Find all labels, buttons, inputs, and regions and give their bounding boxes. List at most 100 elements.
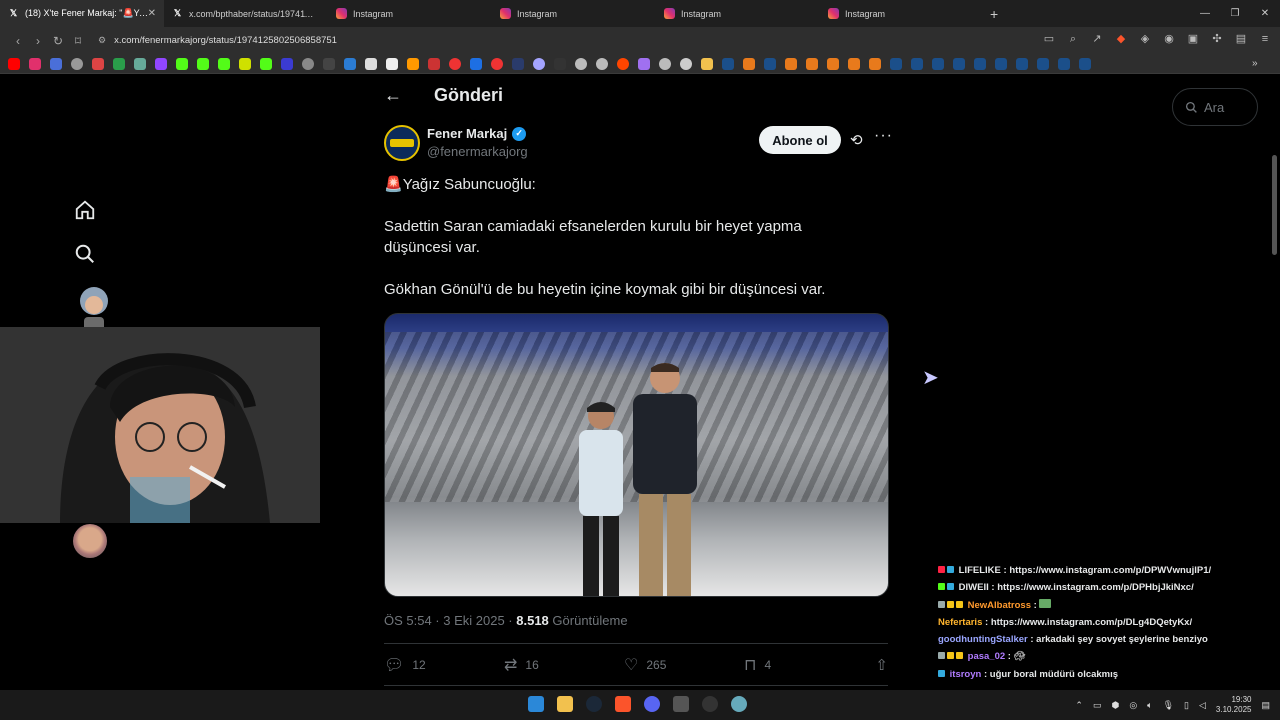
author-handle[interactable]: @fenermarkajorg (427, 144, 528, 159)
bookmark-icon[interactable] (806, 57, 818, 70)
bookmark-icon[interactable] (470, 57, 482, 70)
steam-bookmark-icon[interactable] (1016, 57, 1028, 70)
bookmark-icon[interactable] (659, 57, 671, 70)
share-icon[interactable]: ⇧ (875, 656, 888, 674)
bookmark-icon[interactable] (575, 57, 587, 70)
browser-tab[interactable]: Instagram (492, 0, 656, 27)
subscribe-button[interactable]: Abone ol (759, 126, 841, 154)
reload-icon[interactable]: ↻ (48, 34, 68, 48)
bookmark-icon[interactable] (302, 57, 314, 70)
grok-icon[interactable]: ⟲ (850, 131, 863, 149)
site-info-icon[interactable]: ⚙ (98, 35, 106, 46)
share-icon[interactable]: ↗ (1090, 32, 1104, 46)
bookmark-icon[interactable] (638, 57, 650, 70)
steam-icon[interactable] (586, 696, 602, 712)
reply-button[interactable]: 💬︎ 12 (384, 655, 504, 675)
amazon-bookmark-icon[interactable] (407, 57, 419, 70)
bookmark-icon[interactable] (239, 57, 251, 70)
network-icon[interactable]: ▯ (1184, 700, 1189, 711)
instagram-bookmark-icon[interactable] (29, 57, 41, 70)
brave-shield-icon[interactable]: ◆ (1114, 32, 1128, 46)
drive-bookmark-icon[interactable] (113, 57, 125, 70)
bookmark-icon[interactable] (365, 57, 377, 70)
bookmark-icon[interactable] (596, 57, 608, 70)
steam-bookmark-icon[interactable] (995, 57, 1007, 70)
minimize-icon[interactable]: — (1190, 0, 1220, 27)
x-bookmark-icon[interactable] (323, 57, 335, 70)
bookmark-button[interactable]: ⊓ 4 (744, 655, 864, 675)
steam-bookmark-icon[interactable] (953, 57, 965, 70)
obs-icon[interactable] (702, 696, 718, 712)
app-icon[interactable] (731, 696, 747, 712)
back-arrow-icon[interactable]: ← (384, 85, 402, 106)
bookmark-icon[interactable] (848, 57, 860, 70)
bookmark-icon[interactable] (134, 57, 146, 70)
cast-icon[interactable]: ▭ (1042, 32, 1056, 46)
scrollbar[interactable] (1272, 155, 1277, 255)
bookmark-icon[interactable] (869, 57, 881, 70)
bookmark-icon[interactable] (71, 57, 83, 70)
repost-button[interactable]: ⇄ 16 (504, 655, 624, 675)
browser-tab[interactable]: 𝕏 (18) X'te Fener Markaj: "🚨Yağız ✕ (0, 0, 164, 27)
extensions-puzzle-icon[interactable]: ✣ (1210, 32, 1224, 46)
home-icon[interactable] (72, 199, 98, 225)
steam-bookmark-icon[interactable] (974, 57, 986, 70)
bookmark-icon[interactable] (680, 57, 692, 70)
volume-icon[interactable]: 🔈︎ (1147, 700, 1152, 711)
maximize-icon[interactable]: ❐ (1220, 0, 1250, 27)
bookmark-icon[interactable] (449, 57, 461, 70)
bookmark-icon[interactable] (512, 57, 524, 70)
steam-bookmark-icon[interactable] (1079, 57, 1091, 70)
speaker-icon[interactable]: ◁ (1199, 700, 1206, 711)
bookmark-icon[interactable] (827, 57, 839, 70)
notification-icon[interactable]: ▤ (1261, 700, 1270, 711)
bookmark-icon[interactable] (743, 57, 755, 70)
kick-bookmark-icon[interactable] (176, 57, 188, 70)
author-name[interactable]: Fener Markaj ✓ (427, 126, 527, 141)
tweet-photo[interactable] (384, 313, 889, 597)
bookmark-icon[interactable] (554, 57, 566, 70)
bookmark-icon[interactable] (386, 57, 398, 70)
gmail-bookmark-icon[interactable] (92, 57, 104, 70)
youtube-bookmark-icon[interactable] (8, 57, 20, 70)
more-bookmarks-icon[interactable]: » (1252, 58, 1264, 70)
bookmark-icon[interactable] (428, 57, 440, 70)
steam-bookmark-icon[interactable] (764, 57, 776, 70)
steam-bookmark-icon[interactable] (722, 57, 734, 70)
extension-icon[interactable]: ▣ (1186, 32, 1200, 46)
microphone-icon[interactable]: 🎙︎ (1163, 700, 1174, 711)
sidebar-icon[interactable]: ▤ (1234, 32, 1248, 46)
close-tab-icon[interactable]: ✕ (148, 8, 156, 19)
file-explorer-icon[interactable] (557, 696, 573, 712)
steam-bookmark-icon[interactable] (1037, 57, 1049, 70)
author-avatar[interactable] (384, 125, 420, 161)
like-button[interactable]: ♡ 265 (624, 655, 744, 675)
kick-bookmark-icon[interactable] (218, 57, 230, 70)
search-input[interactable]: Ara (1172, 88, 1258, 126)
tweet-time[interactable]: ÖS 5:54 · 3 Eki 2025 · (384, 613, 513, 628)
close-window-icon[interactable]: ✕ (1250, 0, 1280, 27)
bookmark-icon[interactable] (50, 57, 62, 70)
browser-tab[interactable]: Instagram (656, 0, 820, 27)
steam-bookmark-icon[interactable] (932, 57, 944, 70)
zoom-icon[interactable]: ⌕ (1066, 32, 1080, 46)
bookmark-icon[interactable]: ⌑ (68, 34, 88, 48)
new-tab-icon[interactable]: + (990, 6, 998, 22)
steam-bookmark-icon[interactable] (890, 57, 902, 70)
steam-bookmark-icon[interactable] (1058, 57, 1070, 70)
bookmark-icon[interactable] (260, 57, 272, 70)
extension-icon[interactable]: ◉ (1162, 32, 1176, 46)
browser-tab[interactable]: 𝕏 x.com/bpthaber/status/19741154626 (164, 0, 328, 27)
explore-search-icon[interactable] (72, 243, 98, 269)
folder-icon[interactable] (701, 57, 713, 70)
steam-bookmark-icon[interactable] (911, 57, 923, 70)
app-icon[interactable] (673, 696, 689, 712)
steam-tray-icon[interactable]: ◎ (1129, 700, 1137, 711)
menu-icon[interactable]: ≡ (1258, 32, 1272, 46)
forward-icon[interactable]: › (28, 34, 48, 48)
bookmark-icon[interactable] (533, 57, 545, 70)
bookmark-icon[interactable] (281, 57, 293, 70)
more-options-icon[interactable]: ··· (874, 127, 893, 145)
twitch-bookmark-icon[interactable] (155, 57, 167, 70)
discord-icon[interactable] (644, 696, 660, 712)
